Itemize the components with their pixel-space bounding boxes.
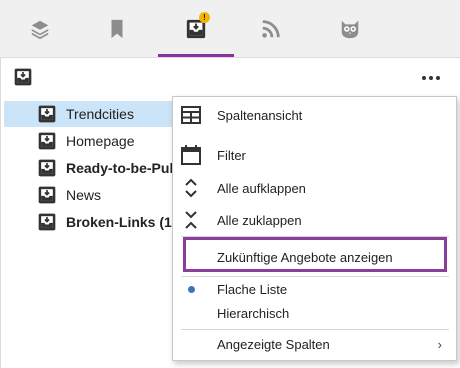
inbox-icon [38, 159, 56, 177]
chevron-right-icon: › [437, 336, 442, 352]
notification-badge: ! [199, 12, 210, 23]
tree-item-news[interactable]: News [4, 182, 101, 208]
tree-item-ready-to-be-published[interactable]: Ready-to-be-Pub [4, 155, 178, 181]
dot-icon [429, 76, 433, 80]
tree-item-homepage[interactable]: Homepage [4, 128, 135, 154]
tab-inbox[interactable]: ! [181, 12, 211, 44]
expand-icon [181, 178, 201, 198]
collapse-icon [181, 210, 201, 230]
calendar-icon [181, 145, 201, 165]
menu-item-label: Alle aufklappen [217, 180, 306, 196]
inbox-icon [38, 213, 56, 231]
dot-icon [436, 76, 440, 80]
owl-icon [341, 20, 359, 39]
menu-item-filter[interactable]: Filter [173, 141, 456, 169]
menu-item-alle-aufklappen[interactable]: Alle aufklappen [173, 174, 456, 202]
menu-item-spaltenansicht[interactable]: Spaltenansicht [173, 101, 456, 129]
tree-item-label: Homepage [66, 133, 135, 149]
menu-item-label: Spaltenansicht [217, 107, 303, 123]
layers-icon [31, 20, 49, 40]
menu-item-angezeigte-spalten[interactable]: Angezeigte Spalten › [173, 330, 456, 358]
inbox-icon [38, 105, 56, 123]
menu-item-label: Angezeigte Spalten [217, 336, 330, 352]
tree-item-label: Broken-Links (1) [66, 214, 177, 230]
inbox-icon [38, 132, 56, 150]
tree-item-trendcities[interactable]: Trendcities [4, 101, 179, 127]
menu-item-hierarchisch[interactable]: Hierarchisch [173, 299, 456, 327]
menu-item-zukuenftige-angebote[interactable]: Zukünftige Angebote anzeigen [173, 243, 456, 271]
more-options-button[interactable] [420, 71, 442, 85]
tab-bookmarks[interactable] [102, 14, 132, 44]
top-tab-bar: ! [0, 0, 460, 58]
tree-item-label: News [66, 187, 102, 203]
menu-item-label: Filter [217, 147, 246, 163]
inbox-icon [38, 186, 56, 204]
tab-rss[interactable] [256, 14, 286, 44]
panel-border [0, 58, 1, 368]
radio-selected-icon [181, 279, 201, 299]
dot-icon [422, 76, 426, 80]
tree-item-broken-links[interactable]: Broken-Links (1) [4, 209, 176, 235]
menu-item-label: Alle zuklappen [217, 212, 302, 228]
menu-separator [181, 236, 449, 237]
tab-layers[interactable] [25, 14, 55, 44]
menu-item-label: Flache Liste [217, 281, 288, 297]
tree-item-label: Trendcities [66, 106, 134, 122]
tree-item-label: Ready-to-be-Pub [66, 160, 178, 176]
active-tab-indicator [158, 54, 234, 57]
rss-icon [262, 20, 280, 38]
menu-item-label: Zukünftige Angebote anzeigen [217, 249, 393, 265]
context-menu: Spaltenansicht Filter Alle aufklappen Al… [172, 96, 457, 361]
columns-icon [181, 105, 201, 125]
bookmark-icon [111, 19, 123, 39]
menu-item-label: Hierarchisch [217, 305, 290, 321]
inbox-icon [14, 68, 32, 86]
menu-item-alle-zuklappen[interactable]: Alle zuklappen [173, 206, 456, 234]
tab-owl[interactable] [335, 14, 365, 44]
